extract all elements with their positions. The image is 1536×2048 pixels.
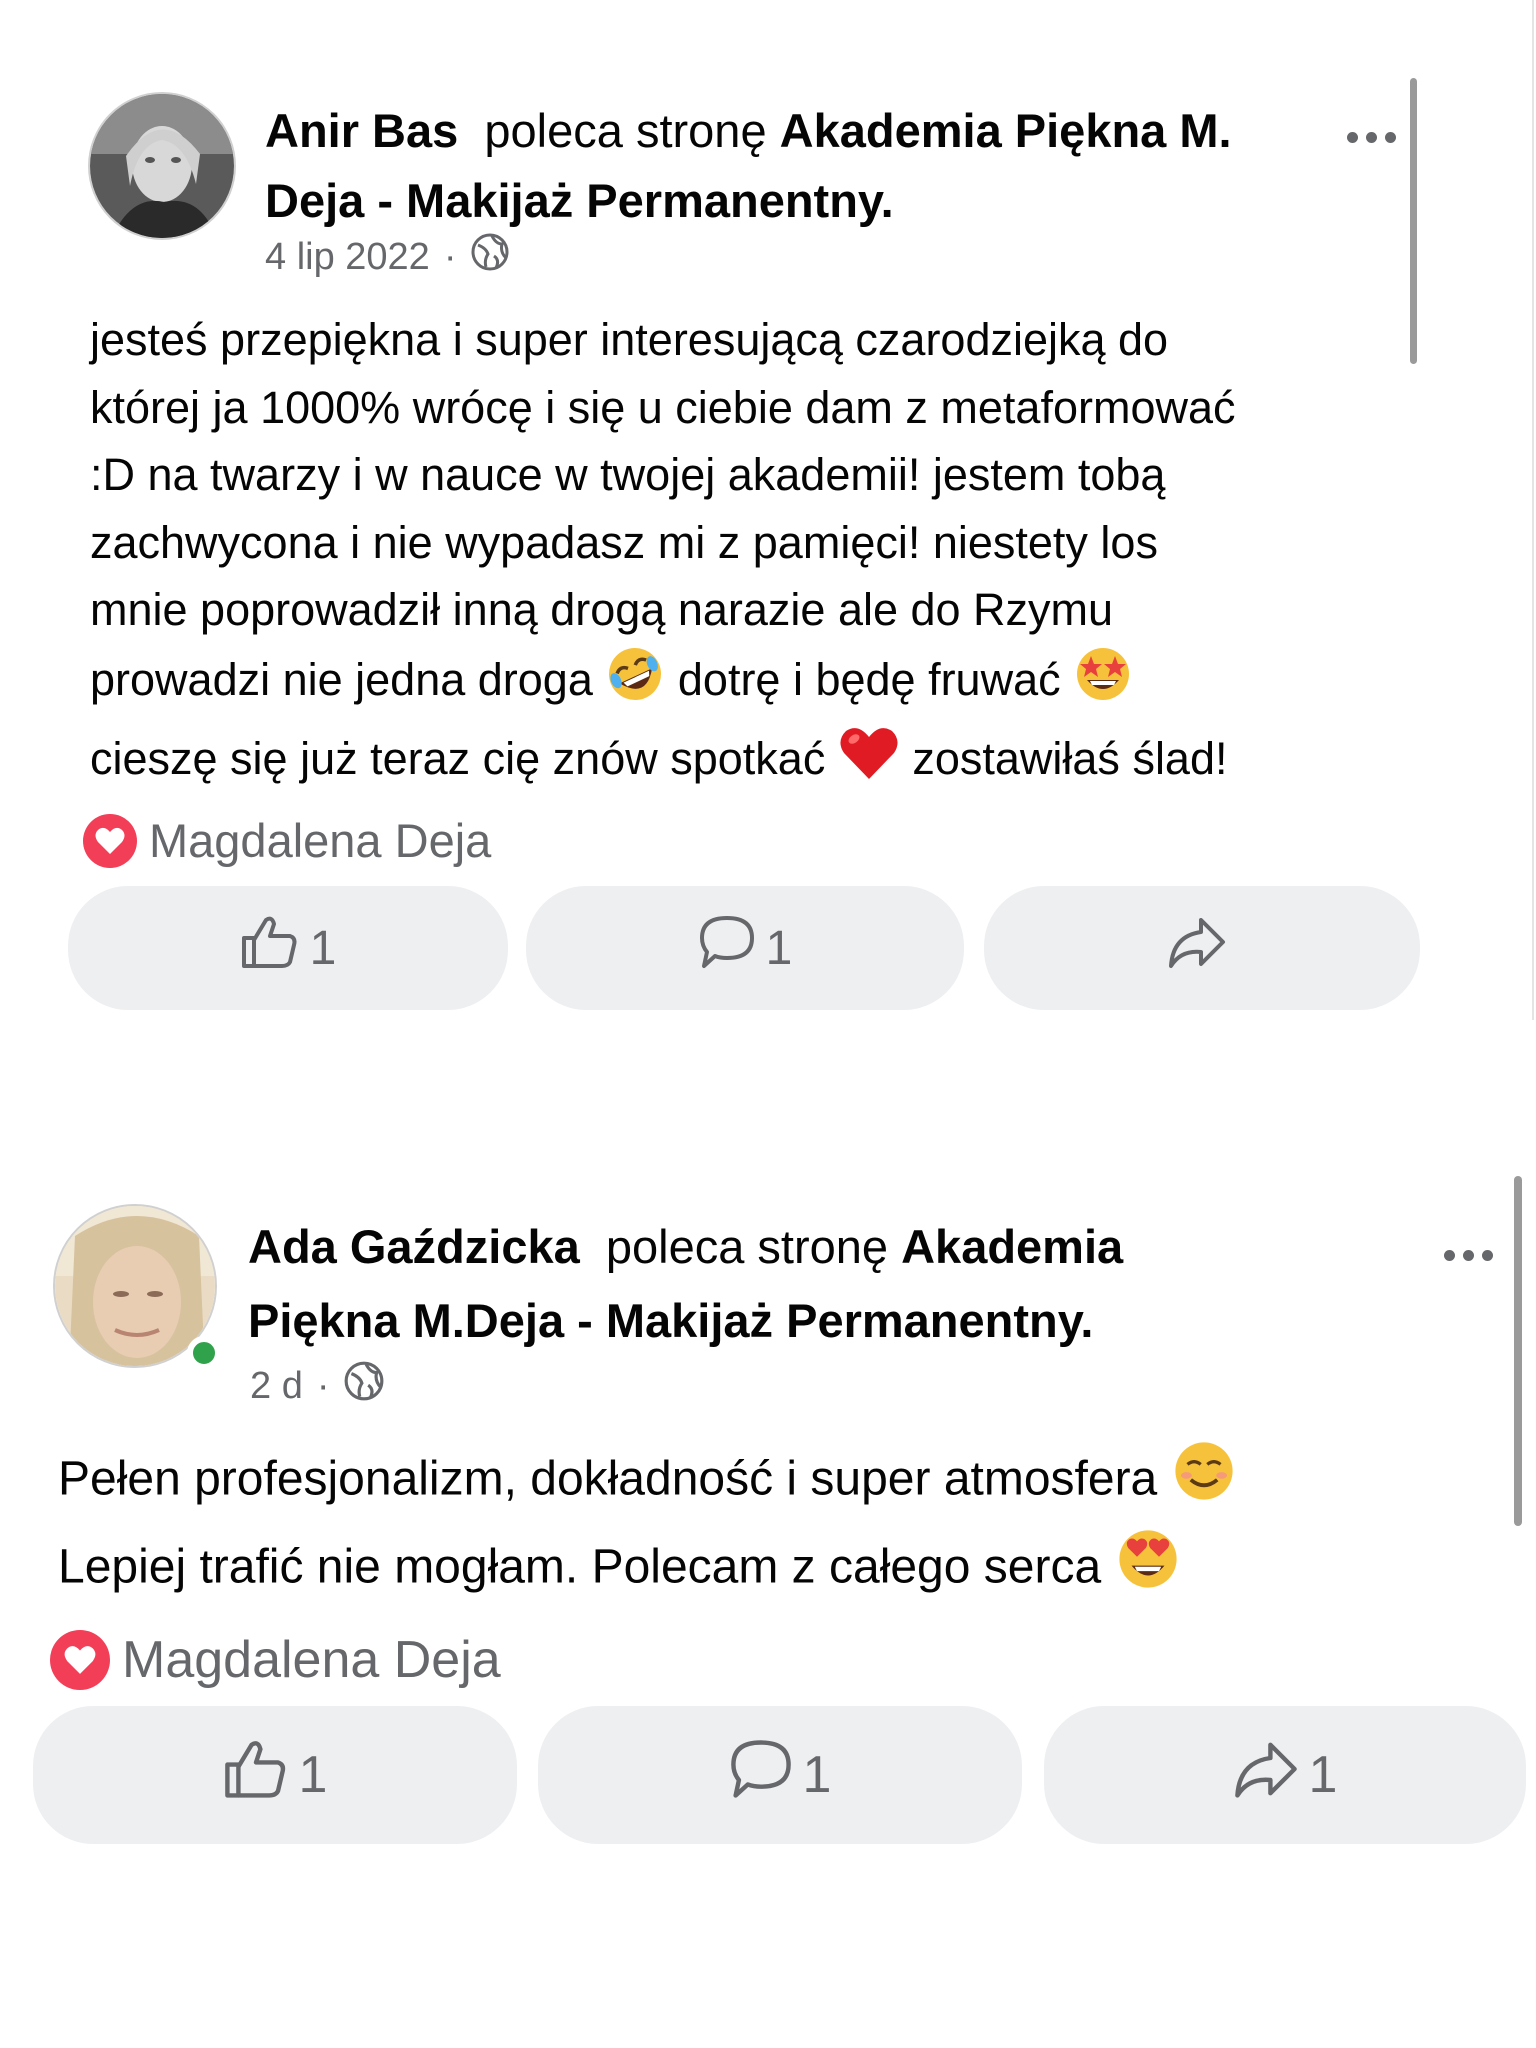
red-heart-emoji-icon [838, 723, 900, 802]
body-segment: Lepiej trafić nie mogłam. Polecam z całe… [58, 1540, 1102, 1594]
thumbs-up-icon [223, 1738, 289, 1813]
body-line: cieszę się już teraz cię znów spotkać zo… [90, 723, 1510, 802]
scrollbar[interactable] [1410, 78, 1417, 364]
post-body: jesteś przepiękna i super interesującą c… [90, 306, 1510, 801]
more-options-button[interactable] [1444, 1250, 1493, 1261]
rofl-emoji-icon [605, 644, 665, 723]
online-status-indicator [187, 1336, 221, 1370]
post-date[interactable]: 2 d [250, 1365, 303, 1408]
like-count: 1 [309, 921, 337, 975]
action-text: poleca stronę [484, 104, 767, 157]
body-line: której ja 1000% wrócę i się u ciebie dam… [90, 381, 1236, 433]
share-icon [1233, 1738, 1299, 1813]
body-segment: cieszę się już teraz cię znów spotkać [90, 732, 826, 784]
share-button[interactable]: 1 [1044, 1706, 1526, 1844]
share-count: 1 [1308, 1746, 1338, 1804]
share-icon [1167, 914, 1227, 982]
body-segment: dotrę i będę fruwać [677, 654, 1061, 706]
body-segment: zostawiłaś ślad! [912, 732, 1228, 784]
thumbs-up-icon [240, 914, 300, 982]
page-name-line2[interactable]: Piękna M.Deja - Makijaż Permanentny. [248, 1294, 1093, 1347]
comment-count: 1 [802, 1746, 832, 1804]
smiling-face-emoji-icon [1171, 1438, 1237, 1526]
post-header: Anir Bas poleca stronę Akademia Piękna M… [265, 96, 1315, 236]
love-reaction-icon [83, 813, 137, 868]
body-line: zachwycona i nie wypadasz mi z pamięci! … [90, 516, 1158, 568]
meta-separator: · [316, 1364, 330, 1407]
edge-divider [1532, 0, 1534, 1020]
body-line: jesteś przepiękna i super interesującą c… [90, 314, 1169, 365]
body-segment: Pełen profesjonalizm, dokładność i super… [58, 1452, 1158, 1506]
like-button[interactable]: 1 [33, 1706, 517, 1844]
author-name[interactable]: Ada Gaździcka [248, 1220, 580, 1273]
body-line: Pełen profesjonalizm, dokładność i super… [58, 1438, 1518, 1526]
body-line: Lepiej trafić nie mogłam. Polecam z całe… [58, 1526, 1518, 1614]
author-name[interactable]: Anir Bas [265, 104, 458, 157]
author-avatar[interactable] [88, 92, 236, 240]
heart-eyes-emoji-icon [1115, 1526, 1181, 1614]
page-name-line1[interactable]: Akademia Piękna M. [780, 104, 1232, 157]
more-options-button[interactable] [1347, 132, 1396, 143]
reacted-by-name[interactable]: Magdalena Deja [149, 813, 491, 868]
post-meta: 4 lip 2022 · [265, 232, 510, 282]
reacted-by-name[interactable]: Magdalena Deja [122, 1630, 501, 1690]
meta-separator: · [443, 235, 457, 278]
comment-icon [698, 914, 756, 982]
author-avatar[interactable] [53, 1204, 221, 1370]
body-segment: prowadzi nie jedna droga [90, 654, 593, 706]
post-body: Pełen profesjonalizm, dokładność i super… [58, 1438, 1518, 1614]
reaction-summary[interactable]: Magdalena Deja [50, 1630, 501, 1690]
like-count: 1 [298, 1746, 328, 1804]
scrollbar[interactable] [1514, 1176, 1522, 1526]
post-1: Anir Bas poleca stronę Akademia Piękna M… [0, 0, 1536, 1040]
post-meta: 2 d · [250, 1360, 385, 1412]
post-date[interactable]: 4 lip 2022 [265, 236, 430, 279]
reaction-summary[interactable]: Magdalena Deja [83, 813, 491, 868]
comment-count: 1 [765, 921, 793, 975]
star-struck-emoji-icon [1073, 644, 1133, 723]
page-name-line2[interactable]: Deja - Makijaż Permanentny. [265, 174, 894, 227]
body-line: mnie poprowadził inną drogą narazie ale … [90, 584, 1114, 636]
globe-icon [343, 1360, 385, 1412]
love-reaction-icon [50, 1630, 110, 1690]
body-line: prowadzi nie jedna droga dotrę i będę fr… [90, 644, 1510, 723]
post-header: Ada Gaździcka poleca stronę Akademia Pię… [248, 1210, 1298, 1358]
globe-icon [470, 232, 510, 282]
page-name-line1[interactable]: Akademia [901, 1220, 1123, 1273]
comment-button[interactable]: 1 [538, 1706, 1022, 1844]
body-line: :D na twarzy i w nauce w twojej akademii… [90, 449, 1166, 501]
comment-button[interactable]: 1 [526, 886, 964, 1010]
post-2: Ada Gaździcka poleca stronę Akademia Pię… [0, 1170, 1536, 1870]
like-button[interactable]: 1 [68, 886, 508, 1010]
comment-icon [729, 1738, 793, 1813]
action-text: poleca stronę [605, 1220, 889, 1273]
share-button[interactable] [984, 886, 1420, 1010]
